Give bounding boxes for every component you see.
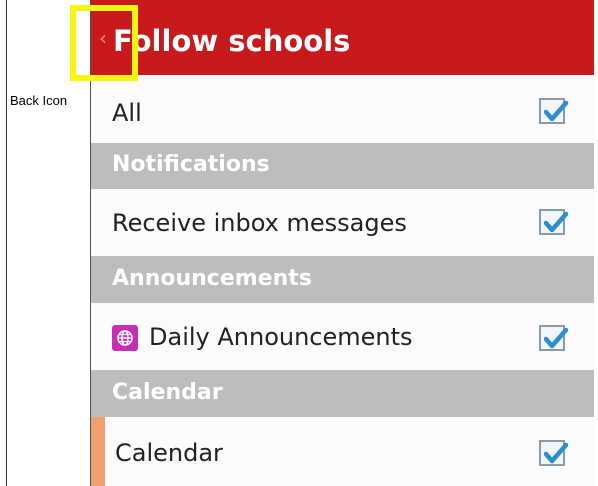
- list-item-inbox[interactable]: Receive inbox messages: [91, 189, 594, 256]
- section-header-announcements: Announcements: [91, 256, 594, 303]
- calendar-checkbox[interactable]: [539, 440, 569, 466]
- checkmark-icon: [543, 211, 569, 233]
- inbox-checkbox[interactable]: [539, 209, 569, 235]
- screenshot-canvas: Back Icon ‹ Follow schools All Notificat…: [0, 0, 598, 486]
- daily-announcements-checkbox[interactable]: [539, 325, 569, 351]
- all-checkbox[interactable]: [539, 98, 569, 124]
- list-item-daily-announcements[interactable]: Daily Announcements: [91, 303, 594, 370]
- checkmark-icon: [543, 100, 569, 122]
- announcements-header-label: Announcements: [112, 266, 312, 291]
- calendar-color-accent: [91, 417, 105, 486]
- app-header: ‹ Follow schools: [91, 0, 594, 75]
- annotation-label: Back Icon: [10, 93, 68, 108]
- checkmark-icon: [543, 327, 569, 349]
- back-icon-highlight: [70, 5, 138, 81]
- list-item-calendar[interactable]: Calendar: [91, 417, 594, 486]
- inbox-label: Receive inbox messages: [112, 209, 407, 237]
- left-border-line: [6, 0, 7, 486]
- section-header-notifications: Notifications: [91, 143, 594, 189]
- section-header-calendar: Calendar: [91, 370, 594, 417]
- notifications-header-label: Notifications: [112, 152, 270, 177]
- calendar-label: Calendar: [115, 439, 223, 467]
- checkmark-icon: [543, 442, 569, 464]
- globe-icon: [112, 325, 138, 351]
- all-label: All: [112, 99, 142, 127]
- app-screen: ‹ Follow schools All Notifications Recei…: [90, 0, 594, 486]
- daily-announcements-label: Daily Announcements: [149, 323, 413, 351]
- page-title: Follow schools: [113, 24, 351, 58]
- calendar-header-label: Calendar: [112, 380, 223, 405]
